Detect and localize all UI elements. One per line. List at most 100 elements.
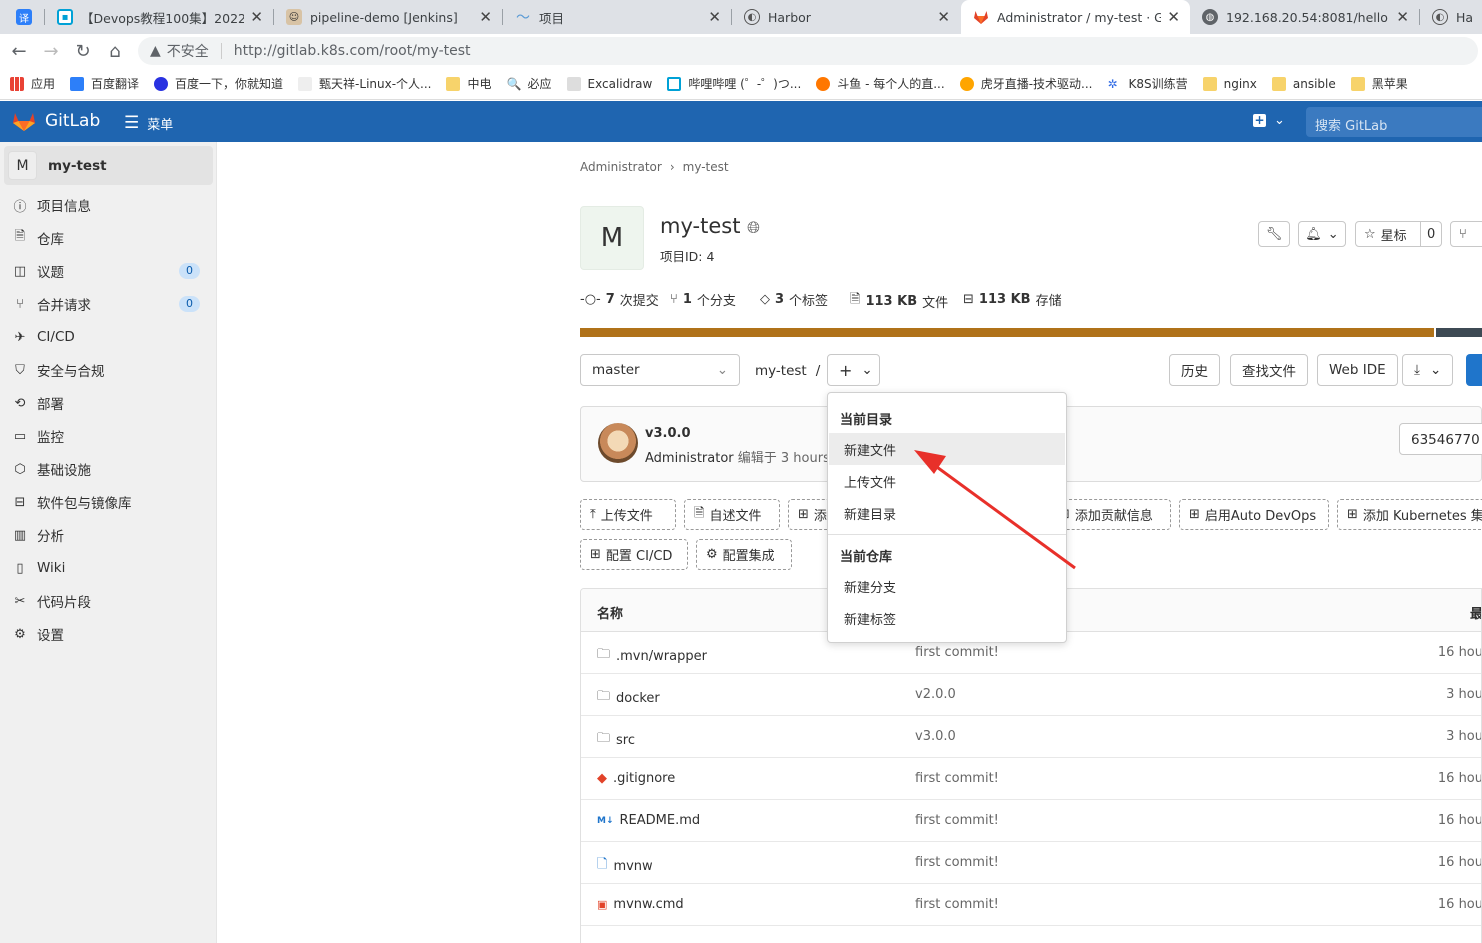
tab-6[interactable]: ◐ Harb — [1420, 0, 1482, 34]
gitlab-logo[interactable]: GitLab — [12, 110, 100, 132]
history-button[interactable]: 历史 — [1169, 354, 1220, 386]
close-tab-icon[interactable]: ✕ — [708, 8, 721, 26]
bookmark-folder-nginx[interactable]: nginx — [1202, 76, 1257, 91]
tab-0[interactable]: ▪ 【Devops教程100集】2022年 ✕ — [45, 0, 273, 34]
close-tab-icon[interactable]: ✕ — [250, 8, 263, 26]
bookmark-folder-zhongdian[interactable]: 中电 — [446, 75, 492, 92]
sidebar-item-security[interactable]: ⛉ 安全与合规 — [12, 358, 202, 382]
close-tab-icon[interactable]: ✕ — [937, 8, 950, 26]
bookmark-folder-hackintosh[interactable]: 黑苹果 — [1350, 75, 1408, 92]
reload-icon[interactable]: ↻ — [67, 41, 99, 62]
web-ide-button[interactable]: Web IDE — [1317, 354, 1398, 386]
user-avatar[interactable] — [598, 423, 638, 463]
tab-2[interactable]: 〜 项目 ✕ — [503, 0, 731, 34]
create-new-dropdown[interactable]: + ⌄ — [1253, 113, 1285, 128]
table-row[interactable]: ▣ mvnw.cmd first commit! 16 hou — [581, 884, 1481, 926]
gitlab-fox-icon — [13, 113, 35, 131]
bookmark-apps[interactable]: 应用 — [10, 75, 55, 92]
table-row[interactable]: ◆ .gitignore first commit! 16 hou — [581, 758, 1481, 800]
stat-storage: ⊟ 113 KB 存储 — [963, 292, 1062, 309]
download-dropdown[interactable]: ⤓ ⌄ — [1402, 354, 1454, 386]
sidebar-project-header[interactable]: M my-test — [4, 146, 213, 185]
sidebar-item-cicd[interactable]: ✈ CI/CD — [12, 325, 202, 349]
sidebar-item-analytics[interactable]: ▥ 分析 — [12, 523, 202, 547]
search-input[interactable]: 搜索 GitLab — [1306, 107, 1482, 137]
bookmark-bilibili[interactable]: 哔哩哔哩 (゜-゜)つ... — [667, 75, 801, 92]
sidebar-item-project-info[interactable]: ⓘ 项目信息 — [12, 193, 202, 217]
forward-icon[interactable]: → — [35, 41, 67, 62]
table-row[interactable]: M↓ README.md first commit! 16 hou — [581, 800, 1481, 842]
stat-commits[interactable]: -○- 7 次提交 — [580, 290, 659, 309]
breadcrumb-item[interactable]: my-test — [683, 160, 729, 174]
home-icon[interactable]: ⌂ — [99, 41, 131, 62]
bookmark-k8s[interactable]: ✲ K8S训练营 — [1107, 75, 1187, 92]
tab-3[interactable]: ◐ Harbor ✕ — [732, 0, 960, 34]
close-tab-icon[interactable]: ✕ — [1167, 8, 1180, 26]
tab-4-active[interactable]: Administrator / my-test · Git ✕ — [961, 0, 1190, 34]
merge-count-badge: 0 — [179, 296, 200, 312]
sidebar-item-infrastructure[interactable]: ⬡ 基础设施 — [12, 457, 202, 481]
find-file-button[interactable]: 查找文件 — [1230, 354, 1308, 386]
bookmark-huya[interactable]: 虎牙直播-技术驱动... — [959, 75, 1092, 92]
bookmark-douyu[interactable]: 斗鱼 - 每个人的直... — [816, 75, 945, 92]
fork-button[interactable]: ⑂ — [1450, 221, 1482, 247]
close-tab-icon[interactable]: ✕ — [1396, 8, 1409, 26]
clone-button[interactable] — [1466, 354, 1482, 386]
baidu-paw-icon — [154, 76, 169, 91]
sidebar-item-deployments[interactable]: ⟲ 部署 — [12, 391, 202, 415]
table-row[interactable]: 🗋 mvnw first commit! 16 hou — [581, 842, 1481, 884]
settings-wrench-button[interactable]: 🔧︎ — [1258, 221, 1290, 247]
tab-pinned-translate[interactable]: 译 — [6, 0, 42, 34]
sidebar-item-snippets[interactable]: ✂ 代码片段 — [12, 589, 202, 613]
table-row[interactable]: 🗀︎ src v3.0.0 3 hou — [581, 716, 1481, 758]
breadcrumb-item[interactable]: Administrator — [580, 160, 662, 174]
translate-icon — [70, 76, 85, 91]
stat-tags[interactable]: ◇ 3 个标签 — [760, 290, 828, 309]
sidebar-item-packages[interactable]: ⊟ 软件包与镜像库 — [12, 490, 202, 514]
add-to-tree-dropdown[interactable]: + ⌄ — [827, 354, 880, 386]
configure-cicd-button[interactable]: ⊞ 配置 CI/CD — [580, 539, 688, 570]
enable-auto-devops-button[interactable]: ⊞ 启用Auto DevOps — [1179, 499, 1329, 530]
sidebar-item-wiki[interactable]: ▯ Wiki — [12, 556, 202, 580]
plus-square-icon: ⊞ — [1189, 507, 1200, 522]
sidebar-item-settings[interactable]: ⚙ 设置 — [12, 622, 202, 646]
tab-5[interactable]: ◍ 192.168.20.54:8081/hello ✕ — [1190, 0, 1419, 34]
back-icon[interactable]: ← — [3, 41, 35, 62]
path-root-link[interactable]: my-test — [755, 363, 807, 379]
language-bar-secondary[interactable] — [1436, 328, 1482, 337]
upload-file-button[interactable]: ⤒ 上传文件 — [580, 499, 676, 530]
table-row[interactable]: 🗀︎ docker v2.0.0 3 hou — [581, 674, 1481, 716]
tab-1[interactable]: ☺ pipeline-demo [Jenkins] ✕ — [274, 0, 502, 34]
stat-files[interactable]: 🗎 113 KB 文件 — [850, 290, 948, 312]
bookmark-folder-ansible[interactable]: ansible — [1271, 76, 1336, 91]
sidebar-item-merge-requests[interactable]: ⑂ 合并请求 0 — [12, 292, 202, 316]
sidebar-item-monitor[interactable]: ▭ 监控 — [12, 424, 202, 448]
language-bar-primary[interactable] — [580, 328, 1435, 337]
storage-icon: ⊟ — [963, 292, 974, 307]
bookmark-bing[interactable]: 🔍 必应 — [507, 75, 552, 92]
upload-icon: ⤒ — [590, 507, 596, 522]
sidebar-item-repository[interactable]: 🗎 仓库 — [12, 226, 202, 250]
close-tab-icon[interactable]: ✕ — [479, 8, 492, 26]
commit-title[interactable]: v3.0.0 — [645, 426, 691, 441]
globe-icon: ◍ — [1202, 9, 1218, 25]
branch-select[interactable]: master ⌄ — [580, 354, 740, 386]
stat-branches[interactable]: ⑂ 1 个分支 — [670, 290, 736, 309]
url-text[interactable]: http://gitlab.k8s.com/root/my-test — [234, 43, 471, 59]
configure-integrations-button[interactable]: ⚙ 配置集成 — [696, 539, 792, 570]
bookmark-blog[interactable]: 甄天祥-Linux-个人... — [298, 75, 431, 92]
bookmark-baidu-translate[interactable]: 百度翻译 — [70, 75, 139, 92]
jenkins-icon: ☺ — [286, 9, 302, 25]
url-bar[interactable]: ▲ 不安全 http://gitlab.k8s.com/root/my-test — [138, 37, 1478, 65]
notification-button[interactable]: 🔔︎ ⌄ — [1298, 221, 1346, 247]
menu-item-new-tag[interactable]: 新建标签 — [829, 602, 1065, 634]
commit-icon: -○- — [580, 292, 601, 307]
readme-button[interactable]: 🗎 自述文件 — [684, 499, 780, 530]
commit-sha[interactable]: 63546770 — [1399, 423, 1482, 455]
add-kubernetes-button[interactable]: ⊞ 添加 Kubernetes 集 — [1337, 499, 1482, 530]
sidebar-item-issues[interactable]: ◫ 议题 0 — [12, 259, 202, 283]
menu-button[interactable]: ☰ 菜单 — [124, 113, 173, 133]
bookmark-excalidraw[interactable]: Excalidraw — [566, 76, 652, 91]
bookmark-baidu[interactable]: 百度一下，你就知道 — [154, 75, 283, 92]
star-button[interactable]: ☆ 星标 0 — [1355, 221, 1442, 247]
